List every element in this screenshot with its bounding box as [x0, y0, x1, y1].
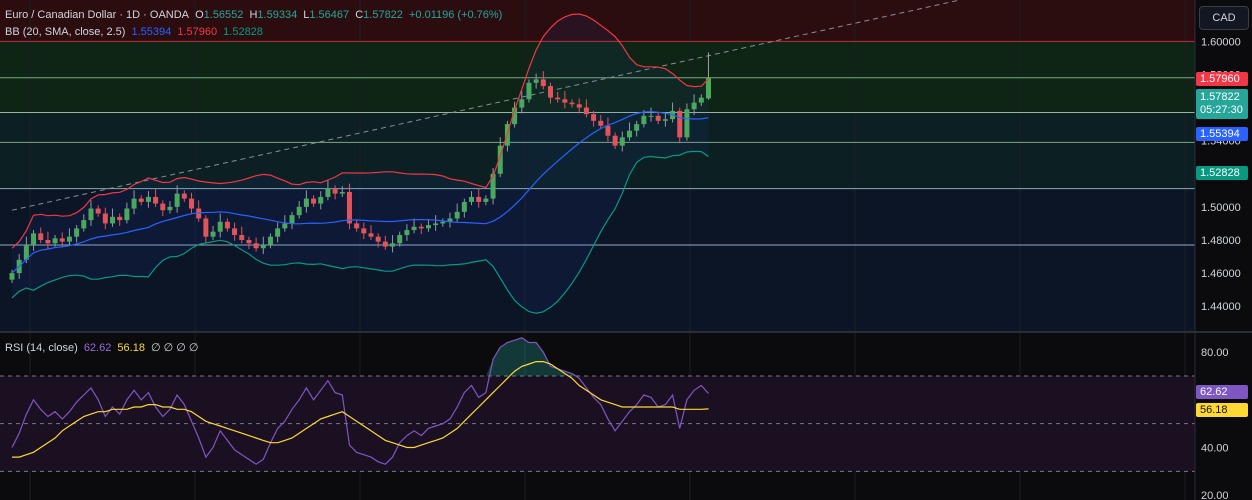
symbol-legend: Euro / Canadian Dollar · 1D · OANDA O1.5… [5, 9, 505, 21]
tag-bb-lower: 1.52828 [1196, 166, 1248, 180]
tag-bb-basis: 1.55394 [1196, 127, 1248, 141]
last-price-value: 1.57822 [1200, 91, 1240, 103]
bb-lower-value: 1.52828 [223, 26, 263, 38]
rsi-label: RSI (14, close) [5, 342, 78, 354]
rsi-ma-value: 56.18 [117, 342, 145, 354]
open-value: 1.56552 [203, 9, 244, 21]
low-value: 1.56467 [309, 9, 350, 21]
tag-rsi: 62.62 [1196, 385, 1248, 399]
close-value: 1.57822 [363, 9, 403, 21]
tag-rsi-ma: 56.18 [1196, 403, 1248, 417]
tag-last-price: 1.57822 05:27:30 [1196, 89, 1248, 119]
rsi-legend[interactable]: RSI (14, close) 62.62 56.18 ∅ ∅ ∅ ∅ [5, 341, 202, 354]
high-value: 1.59334 [257, 9, 298, 21]
countdown-value: 05:27:30 [1200, 104, 1243, 116]
rsi-value: 62.62 [83, 342, 112, 354]
pane-separator [0, 331, 1252, 333]
rsi-tick-label: 20.00 [1201, 490, 1229, 500]
tag-bb-upper: 1.57960 [1196, 72, 1248, 86]
bb-label: BB (20, SMA, close, 2.5) [5, 26, 126, 38]
price-tick-label: 1.50000 [1201, 202, 1241, 214]
change-value: +0.01196 (+0.76%) [408, 9, 503, 21]
open-label: O [195, 9, 204, 21]
rsi-tick-label: 40.00 [1201, 443, 1229, 455]
price-tick-label: 1.48000 [1201, 235, 1241, 247]
bb-legend[interactable]: BB (20, SMA, close, 2.5) 1.55394 1.57960… [5, 26, 266, 38]
price-tick-label: 1.60000 [1201, 36, 1241, 48]
bb-basis-value: 1.55394 [131, 26, 172, 38]
price-tick-label: 1.44000 [1201, 301, 1241, 313]
rsi-tick-label: 80.00 [1201, 347, 1229, 359]
symbol-title: Euro / Canadian Dollar · 1D · OANDA [5, 9, 190, 21]
chart-canvas[interactable]: 1.600001.580001.560001.540001.520001.500… [0, 0, 1252, 500]
close-label: C [355, 9, 364, 21]
rsi-extras: ∅ ∅ ∅ ∅ [151, 342, 199, 354]
price-tick-label: 1.46000 [1201, 268, 1241, 280]
currency-button[interactable]: CAD [1199, 6, 1249, 30]
bb-upper-value: 1.57960 [177, 26, 218, 38]
zone-band [0, 244, 1195, 331]
